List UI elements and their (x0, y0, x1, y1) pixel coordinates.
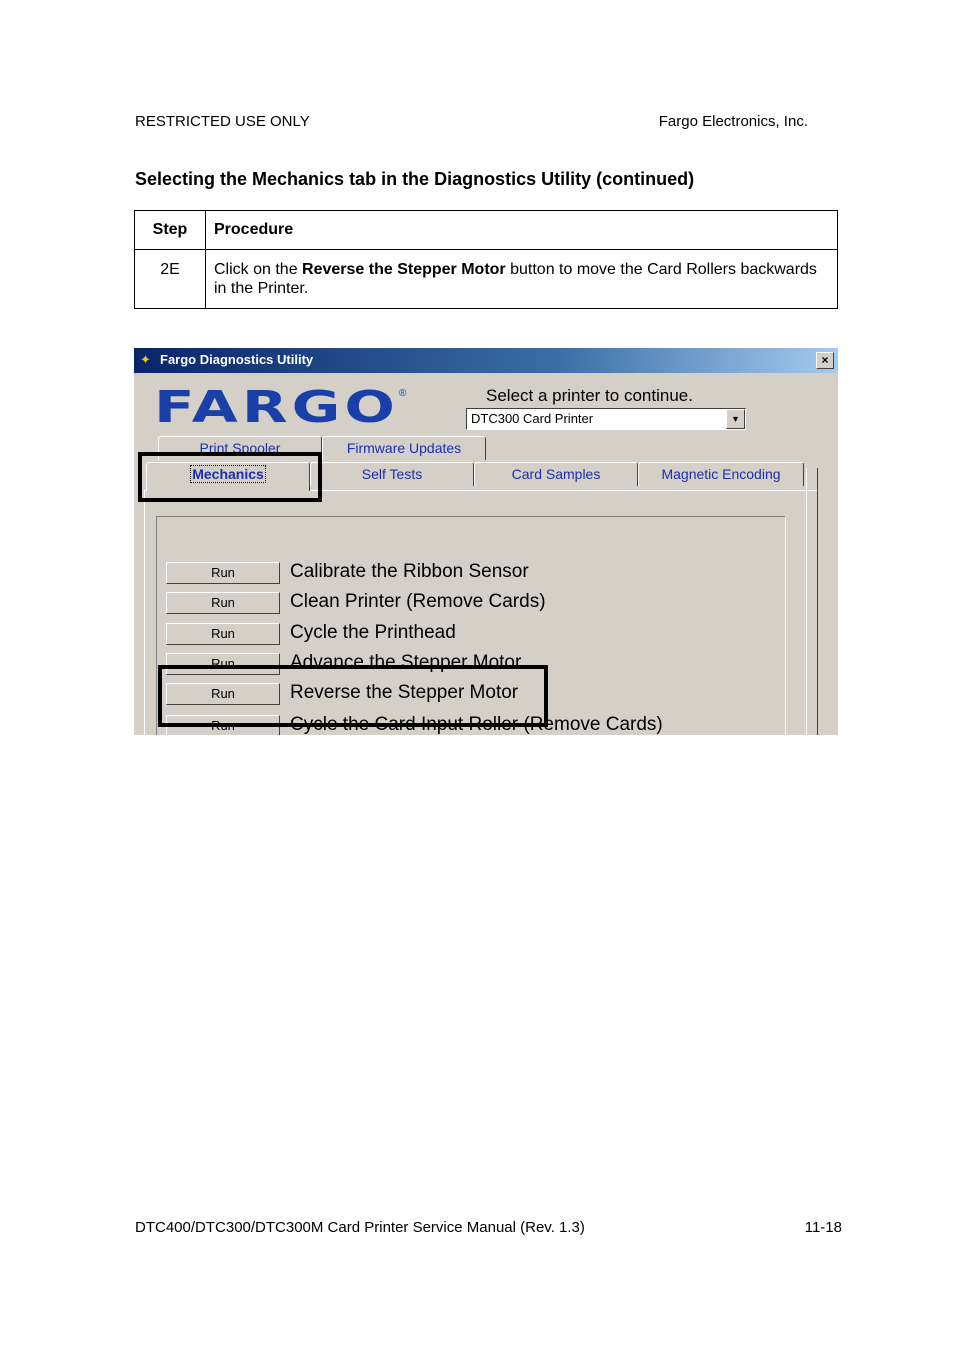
window-title: Fargo Diagnostics Utility (160, 352, 314, 367)
footer-manual-title: DTC400/DTC300/DTC300M Card Printer Servi… (135, 1219, 585, 1236)
close-button[interactable]: × (816, 352, 834, 369)
reverse-stepper-highlight (158, 665, 548, 727)
action-label: Calibrate the Ribbon Sensor (290, 561, 529, 582)
app-icon: ✦ (140, 352, 151, 367)
fargo-logo: FARGO (154, 382, 399, 433)
tab-card-samples-label: Card Samples (511, 466, 601, 482)
chevron-down-icon[interactable]: ▼ (726, 409, 745, 429)
procedure-text-1: Click on the (214, 261, 303, 278)
section-title: Selecting the Mechanics tab in the Diagn… (135, 169, 695, 189)
tab-magnetic-encoding-label: Magnetic Encoding (661, 466, 781, 482)
action-label: Clean Printer (Remove Cards) (290, 591, 546, 612)
tab-firmware-updates-label: Firmware Updates (346, 440, 462, 456)
header-company: Fargo Electronics, Inc. (658, 113, 808, 130)
table-row: 2E Click on the Reverse the Stepper Moto… (134, 249, 838, 309)
window-titlebar[interactable]: ✦ Fargo Diagnostics Utility × (134, 348, 838, 373)
run-button[interactable]: Run (166, 592, 280, 614)
run-button[interactable]: Run (166, 562, 280, 584)
tab-self-tests-label: Self Tests (361, 466, 423, 482)
table-header-row: Step Procedure (134, 210, 838, 250)
tab-self-tests[interactable]: Self Tests (310, 462, 474, 486)
step-cell: 2E (134, 249, 206, 309)
diagnostics-screenshot: ✦ Fargo Diagnostics Utility × FARGO ® Se… (134, 348, 838, 735)
page-number: 11-18 (804, 1219, 842, 1236)
select-printer-label: Select a printer to continue. (486, 386, 693, 405)
mechanics-tab-highlight (138, 452, 322, 502)
col-procedure-header: Procedure (205, 210, 838, 250)
tab-card-samples[interactable]: Card Samples (474, 462, 638, 486)
col-step-header: Step (134, 210, 206, 250)
action-label: Cycle the Printhead (290, 622, 456, 643)
header-restricted: RESTRICTED USE ONLY (135, 113, 310, 130)
tab-magnetic-encoding[interactable]: Magnetic Encoding (638, 462, 804, 486)
panel-edge (806, 468, 818, 735)
printer-select[interactable]: DTC300 Card Printer ▼ (466, 408, 746, 430)
procedure-cell: Click on the Reverse the Stepper Motor b… (205, 249, 838, 309)
registered-mark: ® (399, 388, 407, 399)
procedure-text-bold: Reverse the Stepper Motor (302, 261, 506, 278)
run-button[interactable]: Run (166, 623, 280, 645)
printer-select-value: DTC300 Card Printer (471, 411, 594, 426)
tab-firmware-updates[interactable]: Firmware Updates (322, 436, 486, 460)
procedure-table: Step Procedure 2E Click on the Reverse t… (134, 210, 838, 309)
